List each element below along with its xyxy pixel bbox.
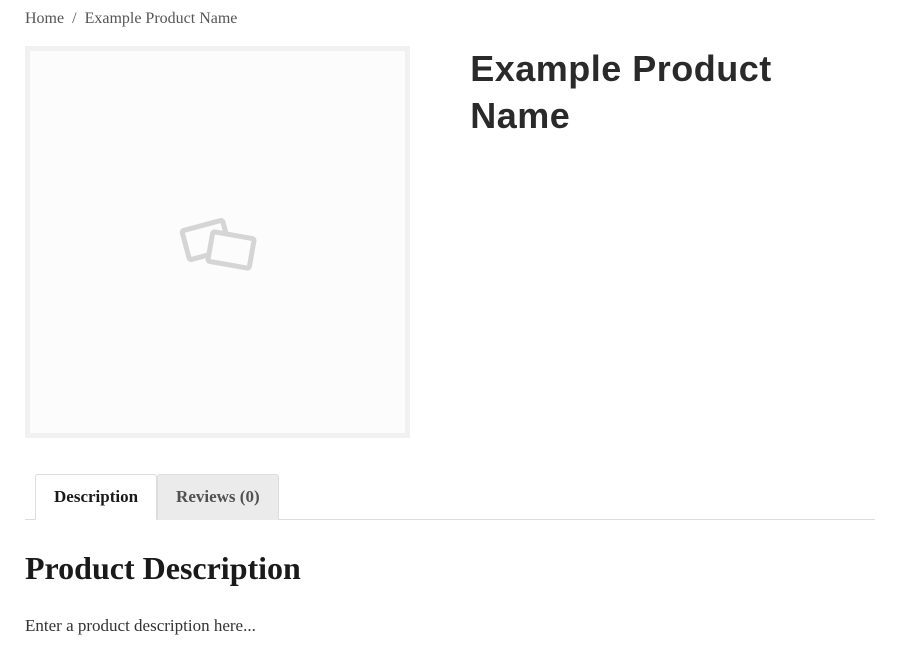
product-summary: Example Product Name <box>470 46 875 438</box>
product-image-placeholder[interactable] <box>30 51 405 433</box>
product-top-section: Example Product Name <box>25 46 875 438</box>
tab-reviews[interactable]: Reviews (0) <box>157 474 279 520</box>
product-title: Example Product Name <box>470 46 875 140</box>
breadcrumb-home-link[interactable]: Home <box>25 10 64 27</box>
placeholder-image-icon <box>175 207 260 277</box>
breadcrumb-current: Example Product Name <box>85 10 238 27</box>
breadcrumb: Home / Example Product Name <box>25 10 875 28</box>
tab-content-description: Product Description Enter a product desc… <box>25 520 875 639</box>
product-image-frame <box>25 46 410 438</box>
tabs-container: Description Reviews (0) Product Descript… <box>25 473 875 639</box>
description-text: Enter a product description here... <box>25 612 875 639</box>
breadcrumb-separator: / <box>72 10 76 27</box>
description-heading: Product Description <box>25 550 875 587</box>
tab-description[interactable]: Description <box>35 474 157 520</box>
tabs-nav: Description Reviews (0) <box>25 473 875 520</box>
